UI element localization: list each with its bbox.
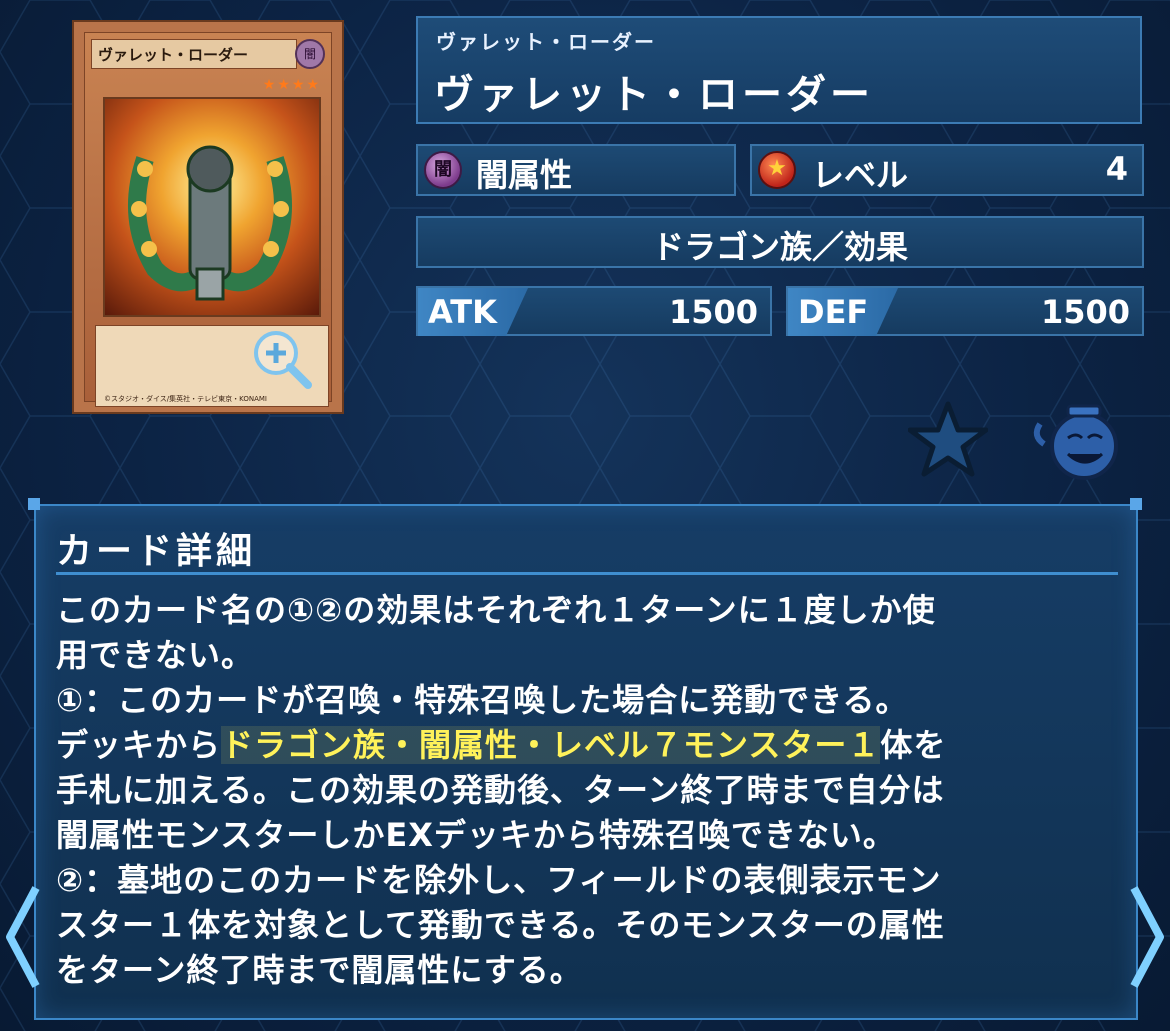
card-image-level-stars: ★★★★ [262, 77, 321, 93]
card-copyright: ©スタジオ・ダイス/集英社・テレビ東京・KONAMI [104, 395, 267, 403]
effect-line: デッキからドラゴン族・闇属性・レベル７モンスター１体を [56, 723, 1126, 768]
card-image-attribute: 闇 [295, 39, 325, 69]
atk-field: ATK 1500 [416, 286, 772, 336]
effect-line: 手札に加える。この効果の発動後、ターン終了時まで自分は [56, 771, 945, 809]
def-field: DEF 1500 [786, 286, 1144, 336]
monster-type: ドラゴン族／効果 [651, 228, 908, 266]
level-value: 4 [1105, 150, 1128, 188]
pot-of-greed-icon[interactable] [1030, 400, 1124, 482]
card-effect-text: このカード名の①②の効果はそれぞれ１ターンに１度しか使 用できない。 ①：このカ… [56, 588, 1126, 993]
card-artwork [103, 97, 321, 317]
atk-label: ATK [418, 288, 528, 336]
atk-value: 1500 [668, 293, 758, 331]
level-label: レベル [812, 156, 909, 194]
level-field: ★ レベル 4 [750, 144, 1144, 196]
type-field: ドラゴン族／効果 [416, 216, 1144, 268]
effect-text: デッキから [56, 726, 222, 764]
effect-line: スター１体を対象として発動できる。そのモンスターの属性 [56, 906, 945, 944]
attribute-label: 闇属性 [476, 156, 573, 194]
chevron-left-icon[interactable] [2, 882, 44, 992]
effect-line: ②：墓地のこのカードを除外し、フィールドの表側表示モン [56, 861, 942, 899]
card-detail-panel: カード詳細 このカード名の①②の効果はそれぞれ１ターンに１度しか使 用できない。… [34, 504, 1138, 1020]
effect-line: 用できない。 [56, 636, 255, 674]
detail-title: カード詳細 [56, 531, 257, 572]
card-image-name: ヴァレット・ローダー [91, 39, 297, 69]
panel-corner [28, 498, 40, 510]
effect-line: をターン終了時まで闇属性にする。 [56, 951, 583, 989]
star-icon[interactable] [908, 400, 988, 480]
detail-divider [56, 572, 1118, 575]
def-value: 1500 [1040, 293, 1130, 331]
effect-line: ①：このカードが召喚・特殊召喚した場合に発動できる。 [56, 681, 909, 719]
level-star-icon: ★ [758, 151, 796, 189]
effect-line: このカード名の①②の効果はそれぞれ１ターンに１度しか使 [56, 591, 936, 629]
dark-attribute-icon: 闇 [424, 151, 462, 189]
card-title-panel: ヴァレット・ローダー ヴァレット・ローダー [416, 16, 1142, 124]
card-name-ruby: ヴァレット・ローダー [436, 30, 656, 54]
highlighted-effect-text: ドラゴン族・闇属性・レベル７モンスター１ [221, 726, 881, 764]
panel-corner [1130, 498, 1142, 510]
def-label: DEF [788, 288, 898, 336]
card-name: ヴァレット・ローダー [434, 72, 874, 118]
dragon-artwork [128, 145, 292, 301]
attribute-field: 闇 闇属性 [416, 144, 736, 196]
zoom-in-icon[interactable] [250, 327, 314, 391]
effect-line: 闇属性モンスターしかEXデッキから特殊召喚できない。 [56, 816, 896, 854]
chevron-right-icon[interactable] [1126, 882, 1168, 992]
effect-text: 体を [880, 726, 947, 764]
